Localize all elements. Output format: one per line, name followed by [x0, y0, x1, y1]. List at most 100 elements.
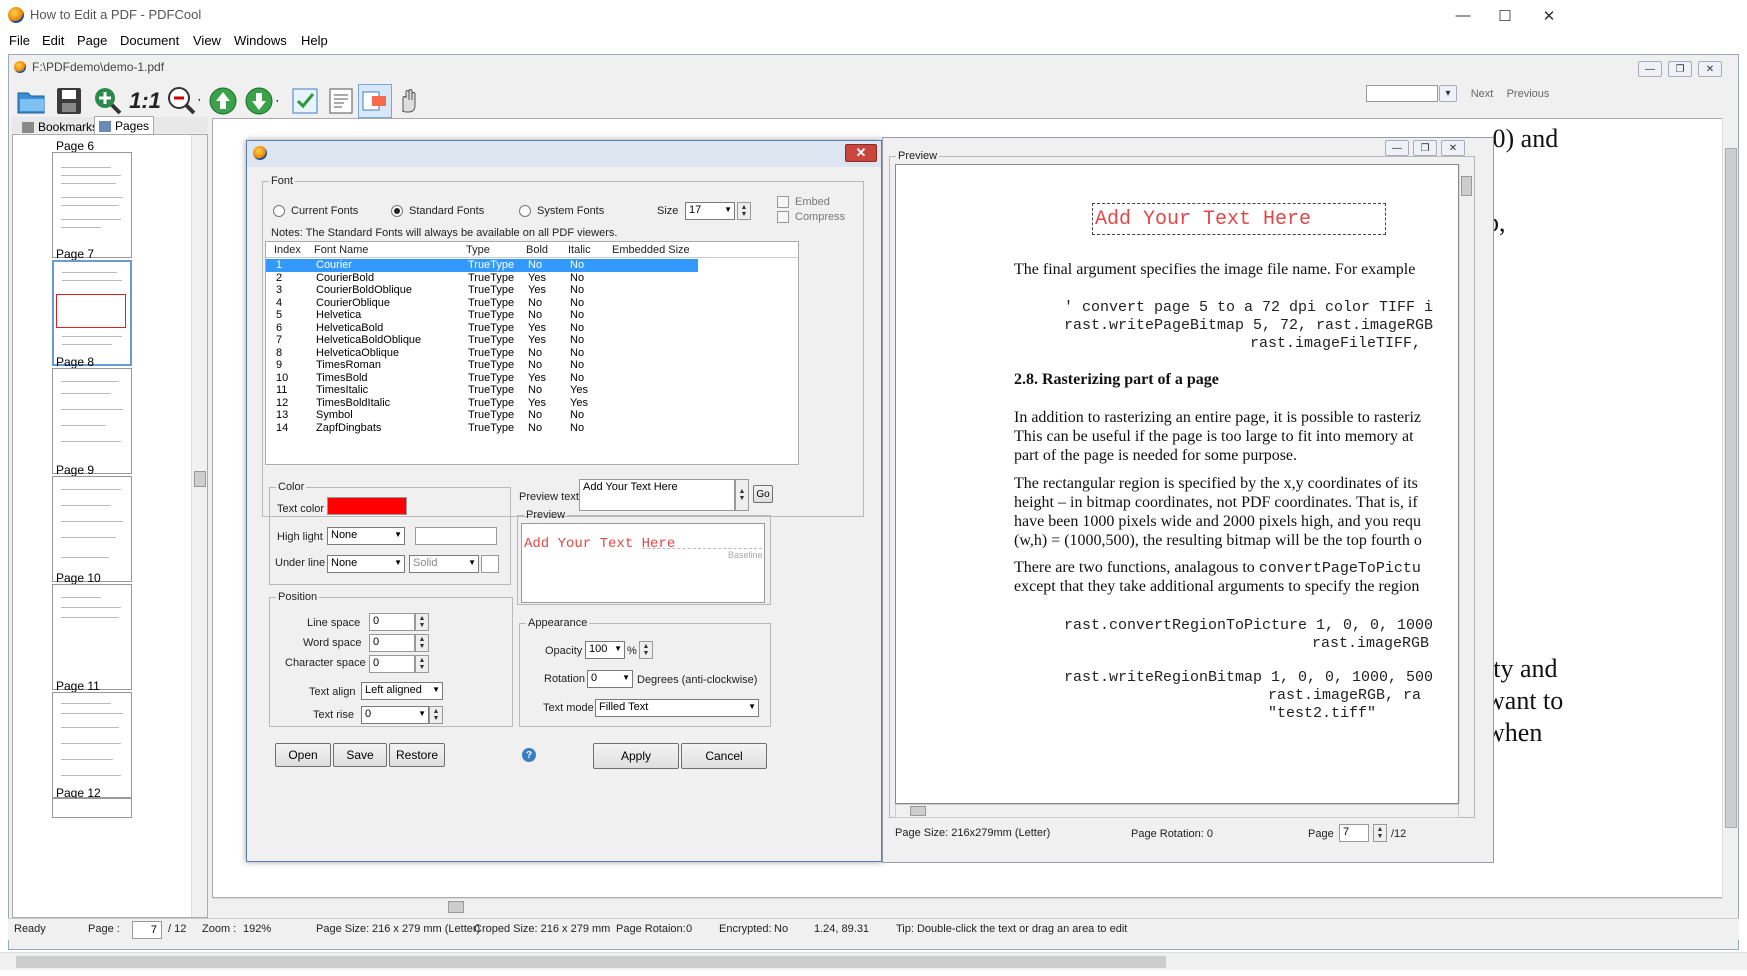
select-text-icon[interactable] [358, 84, 392, 118]
font-row[interactable]: 1 Courier TrueType No No [266, 259, 698, 272]
size-spinner[interactable]: ▲ ▼ [737, 202, 751, 220]
font-row[interactable]: 11 TimesItalic TrueType No Yes [266, 384, 798, 397]
line-space-spinner[interactable]: ▲ ▼ [415, 613, 429, 631]
thumbnail-page9[interactable] [52, 476, 132, 582]
rotation-select[interactable]: 0 ▼ [587, 670, 633, 688]
search-input[interactable] [1366, 85, 1438, 102]
font-row[interactable]: 14 ZapfDingbats TrueType No No [266, 422, 798, 435]
search-dropdown-icon[interactable]: ▾ [1439, 85, 1457, 102]
text-rise-spinner[interactable]: ▲ ▼ [429, 706, 443, 724]
text-color-swatch[interactable] [327, 497, 407, 515]
restore-button[interactable]: Restore [389, 743, 445, 767]
next-button[interactable]: Next [1461, 84, 1503, 104]
cancel-button[interactable]: Cancel [681, 743, 767, 769]
open-folder-icon[interactable] [14, 84, 48, 118]
font-row[interactable]: 8 HelveticaOblique TrueType No No [266, 347, 798, 360]
underline-color-field[interactable] [481, 555, 499, 573]
text-placeholder-box[interactable]: Add Your Text Here [1092, 203, 1386, 235]
close-icon[interactable]: ✕ [1526, 0, 1572, 31]
radio-system-fonts[interactable] [519, 205, 531, 217]
save-button[interactable]: Save [333, 743, 387, 767]
highlight-color-field[interactable] [415, 527, 497, 545]
radio-standard-fonts[interactable] [391, 205, 403, 217]
menu-file[interactable]: File [9, 33, 30, 48]
font-row[interactable]: 4 CourierOblique TrueType No No [266, 297, 798, 310]
save-icon[interactable] [52, 84, 86, 118]
text-mode-select[interactable]: Filled Text ▼ [595, 699, 759, 717]
font-row[interactable]: 3 CourierBoldOblique TrueType Yes No [266, 284, 798, 297]
zoom-out-icon[interactable] [166, 84, 200, 118]
preview-vscrollbar[interactable] [1459, 164, 1473, 804]
doc-restore-icon[interactable]: ❐ [1668, 61, 1692, 77]
preview-page-input[interactable]: 7 [1339, 824, 1369, 842]
preview-page-spinner[interactable]: ▲ ▼ [1373, 824, 1387, 842]
thumbnail-page7[interactable] [52, 260, 132, 366]
menu-help[interactable]: Help [301, 33, 328, 48]
line-space-input[interactable]: 0 [369, 613, 415, 631]
col-font-name[interactable]: Font Name [314, 244, 368, 256]
tab-pages[interactable]: Pages [94, 116, 155, 134]
font-row[interactable]: 13 Symbol TrueType No No [266, 409, 798, 422]
thumbnail-page12[interactable] [52, 798, 132, 818]
font-row[interactable]: 2 CourierBold TrueType Yes No [266, 272, 798, 285]
previous-page-icon[interactable] [206, 84, 240, 118]
col-index[interactable]: Index [274, 244, 301, 256]
thumbnail-page10[interactable] [52, 584, 132, 690]
word-space-input[interactable]: 0 [369, 634, 415, 652]
col-italic[interactable]: Italic [568, 244, 591, 256]
font-row[interactable]: 5 Helvetica TrueType No No [266, 309, 798, 322]
highlight-select[interactable]: None ▼ [327, 527, 405, 545]
thumbnail-page6[interactable] [52, 152, 132, 258]
hand-icon[interactable] [392, 84, 426, 118]
status-page-input[interactable]: 7 [132, 921, 162, 939]
preview-text-scroll[interactable]: ▲ ▼ [735, 479, 749, 511]
font-row[interactable]: 9 TimesRoman TrueType No No [266, 359, 798, 372]
help-icon[interactable]: ? [522, 748, 536, 762]
compress-checkbox[interactable] [777, 211, 789, 223]
opacity-spinner[interactable]: ▲ ▼ [639, 641, 653, 659]
col-type[interactable]: Type [466, 244, 490, 256]
word-space-spinner[interactable]: ▲ ▼ [415, 634, 429, 652]
thumbnail-page8[interactable] [52, 368, 132, 474]
preview-hscrollbar[interactable] [895, 804, 1459, 818]
zoom-in-icon[interactable] [90, 84, 124, 118]
apply-button[interactable]: Apply [593, 743, 679, 769]
document-hscroll-thumb[interactable] [448, 901, 464, 913]
underline-select[interactable]: None ▼ [327, 555, 405, 573]
menu-edit[interactable]: Edit [42, 33, 64, 48]
col-bold[interactable]: Bold [526, 244, 548, 256]
document-hscrollbar[interactable] [212, 898, 1722, 914]
next-page-icon[interactable] [244, 84, 278, 118]
go-button[interactable]: Go [753, 485, 773, 503]
preview-hscroll-thumb[interactable] [910, 806, 926, 816]
char-space-input[interactable]: 0 [369, 655, 415, 673]
menu-document[interactable]: Document [120, 33, 179, 48]
text-align-select[interactable]: Left aligned ▼ [361, 682, 443, 700]
font-row[interactable]: 7 HelveticaBoldOblique TrueType Yes No [266, 334, 798, 347]
minimize-icon[interactable]: — [1440, 0, 1486, 31]
radio-current-fonts[interactable] [273, 205, 285, 217]
dialog-close-icon[interactable]: ✕ [845, 144, 877, 162]
sidebar-scrollbar[interactable] [191, 135, 207, 917]
edit-text-icon[interactable] [324, 84, 358, 118]
open-button[interactable]: Open [275, 743, 331, 767]
font-table[interactable]: Index Font Name Type Bold Italic Embedde… [265, 241, 799, 465]
embed-checkbox[interactable] [777, 196, 789, 208]
menu-windows[interactable]: Windows [234, 33, 287, 48]
maximize-icon[interactable]: ☐ [1482, 0, 1528, 31]
document-vscrollbar[interactable] [1722, 118, 1738, 898]
thumbnail-page11[interactable] [52, 692, 132, 798]
preview-vscroll-thumb[interactable] [1461, 176, 1472, 196]
menu-page[interactable]: Page [77, 33, 107, 48]
main-hscroll-thumb[interactable] [16, 956, 1166, 968]
doc-minimize-icon[interactable]: — [1638, 61, 1662, 77]
previous-button[interactable]: Previous [1506, 84, 1550, 104]
underline-style-select[interactable]: Solid ▼ [409, 555, 479, 573]
actual-size-icon[interactable]: 1:1 [128, 84, 162, 118]
document-vscroll-thumb[interactable] [1725, 148, 1737, 828]
main-hscrollbar[interactable] [0, 952, 1747, 970]
opacity-select[interactable]: 100 ▼ [585, 641, 625, 659]
sidebar-scroll-thumb[interactable] [194, 471, 206, 487]
size-select[interactable]: 17 ▼ [685, 202, 735, 220]
doc-close-icon[interactable]: ✕ [1698, 61, 1722, 77]
